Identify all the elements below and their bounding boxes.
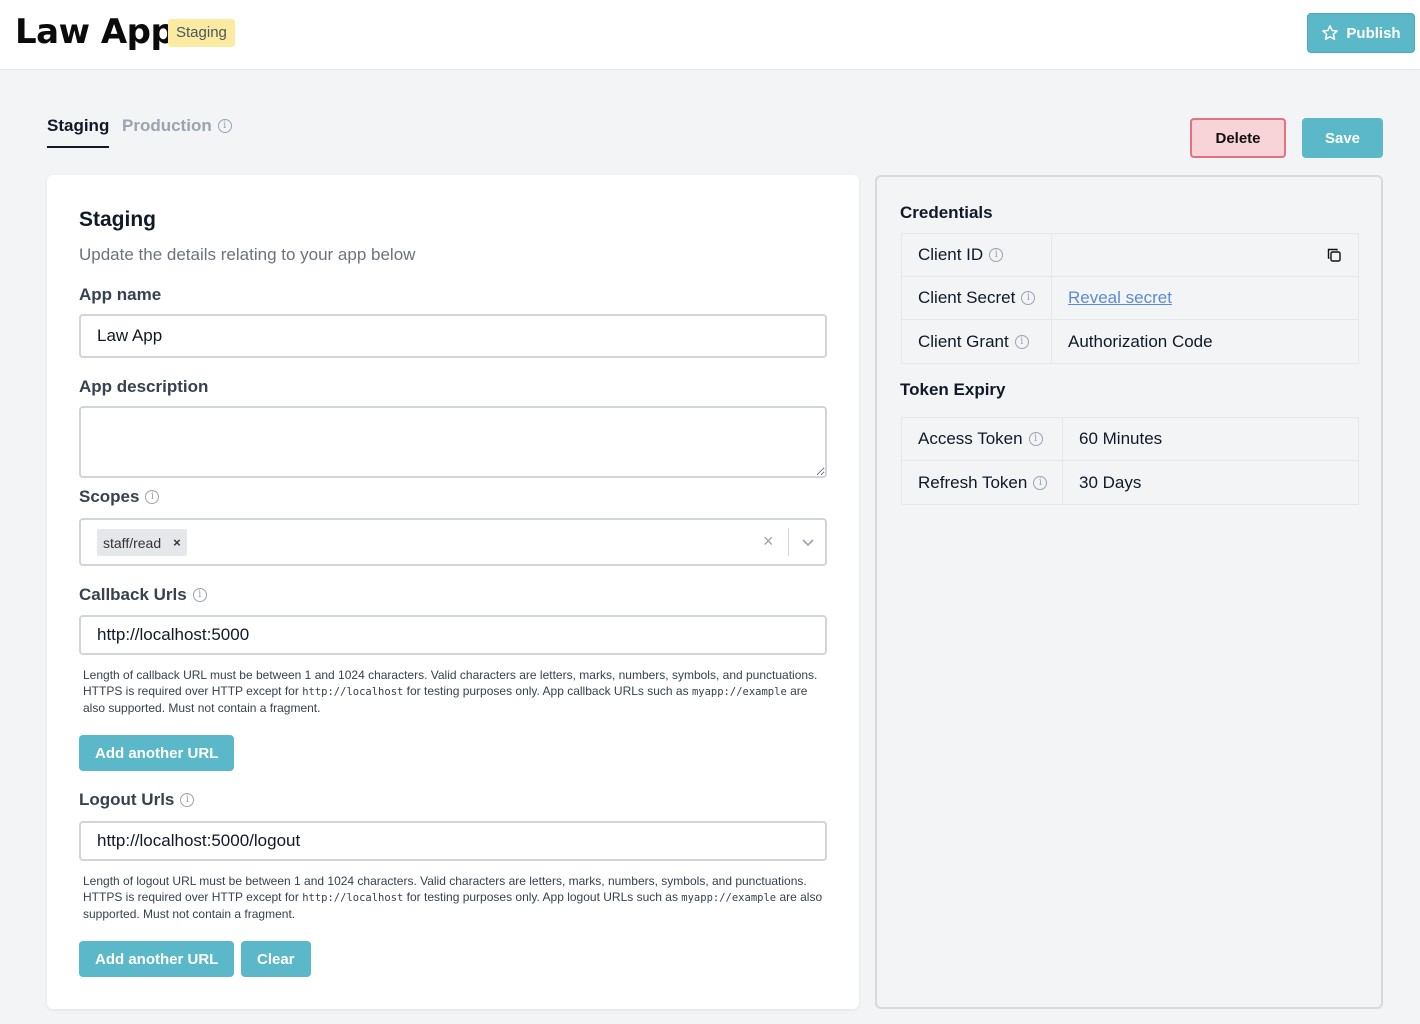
app-description-label: App description bbox=[79, 377, 208, 397]
key-label: Refresh Token bbox=[918, 472, 1028, 492]
key-label: Client Grant bbox=[918, 331, 1009, 351]
client-grant-value: Authorization Code bbox=[1052, 320, 1358, 363]
callback-url-input[interactable] bbox=[79, 615, 827, 655]
scopes-label-text: Scopes bbox=[79, 487, 140, 506]
environment-badge: Staging bbox=[168, 19, 235, 47]
app-name-input[interactable] bbox=[79, 314, 827, 358]
client-id-value bbox=[1052, 234, 1358, 276]
refresh-token-key: Refresh Token i bbox=[902, 461, 1063, 504]
form-subtitle: Update the details relating to your app … bbox=[79, 245, 416, 264]
client-id-row: Client ID i bbox=[902, 234, 1358, 277]
tab-label: Staging bbox=[47, 116, 110, 135]
reveal-secret-link[interactable]: Reveal secret bbox=[1068, 288, 1172, 308]
app-description-textarea[interactable] bbox=[79, 406, 827, 478]
credentials-panel: Credentials Client ID i Client Secret i … bbox=[875, 175, 1383, 1009]
scope-chip: staff/read × bbox=[97, 529, 187, 556]
info-icon: i bbox=[145, 490, 160, 504]
publish-button[interactable]: Publish bbox=[1307, 13, 1415, 53]
refresh-token-value: 30 Days bbox=[1063, 461, 1358, 504]
access-token-row: Access Token i 60 Minutes bbox=[902, 418, 1358, 461]
star-outline-icon bbox=[1322, 25, 1339, 41]
token-expiry-title: Token Expiry bbox=[900, 380, 1006, 399]
value-text: 30 Days bbox=[1079, 472, 1142, 492]
key-label: Client ID bbox=[918, 245, 984, 264]
value-text: 60 Minutes bbox=[1079, 429, 1163, 448]
callback-urls-label-text: Callback Urls bbox=[79, 585, 187, 604]
scopes-multiselect[interactable]: staff/read × × bbox=[79, 518, 827, 566]
app-name-label: App name bbox=[79, 285, 161, 305]
access-token-value: 60 Minutes bbox=[1063, 418, 1358, 460]
access-token-key: Access Token i bbox=[902, 418, 1063, 460]
staging-form-card: Staging Update the details relating to y… bbox=[47, 175, 859, 1009]
key-label: Client Secret bbox=[918, 288, 1016, 307]
clear-button[interactable]: Clear bbox=[241, 941, 311, 977]
help-code: myapp://example bbox=[681, 892, 777, 904]
publish-label: Publish bbox=[1346, 24, 1401, 42]
info-icon: i bbox=[1014, 334, 1029, 349]
tab-production[interactable]: Production i bbox=[122, 116, 232, 136]
clear-selection-icon[interactable]: × bbox=[763, 531, 774, 552]
scopes-label: Scopes i bbox=[79, 487, 160, 507]
value-text: Authorization Code bbox=[1068, 331, 1213, 351]
logout-url-input[interactable] bbox=[79, 821, 827, 861]
tab-label: Production bbox=[122, 116, 212, 135]
token-expiry-table: Access Token i 60 Minutes Refresh Token … bbox=[901, 417, 1359, 505]
help-text: for testing purposes only. App callback … bbox=[403, 684, 692, 698]
help-text: for testing purposes only. App logout UR… bbox=[403, 890, 682, 904]
scope-chip-label: staff/read bbox=[103, 534, 162, 551]
form-title: Staging bbox=[79, 208, 156, 231]
credentials-title: Credentials bbox=[900, 203, 993, 222]
client-grant-key: Client Grant i bbox=[902, 320, 1052, 363]
app-title: Law App bbox=[15, 12, 175, 52]
add-logout-url-button[interactable]: Add another URL bbox=[79, 941, 235, 977]
callback-urls-label: Callback Urls i bbox=[79, 585, 207, 605]
info-icon: i bbox=[1033, 475, 1048, 490]
client-secret-key: Client Secret i bbox=[902, 277, 1052, 319]
info-icon: i bbox=[989, 248, 1004, 262]
info-icon: i bbox=[180, 793, 195, 807]
chevron-down-icon[interactable] bbox=[797, 530, 819, 554]
app-description-label-text: App description bbox=[79, 377, 209, 396]
logout-urls-label-text: Logout Urls bbox=[79, 790, 175, 809]
info-icon: i bbox=[1021, 291, 1036, 305]
app-name-label-text: App name bbox=[79, 285, 162, 304]
info-icon: i bbox=[217, 119, 232, 133]
remove-chip-icon[interactable]: × bbox=[173, 535, 181, 550]
info-icon: i bbox=[1028, 432, 1043, 446]
callback-url-help: Length of callback URL must be between 1… bbox=[83, 667, 823, 716]
tab-staging[interactable]: Staging bbox=[47, 116, 110, 148]
client-grant-row: Client Grant i Authorization Code bbox=[902, 320, 1358, 363]
top-bar: Law App Staging Publish bbox=[0, 0, 1420, 70]
save-button[interactable]: Save bbox=[1302, 118, 1383, 158]
client-id-key: Client ID i bbox=[902, 234, 1052, 276]
select-divider bbox=[788, 528, 789, 556]
logout-url-help: Length of logout URL must be between 1 a… bbox=[83, 873, 823, 922]
credentials-table: Client ID i Client Secret i Reveal secre… bbox=[901, 233, 1359, 364]
client-secret-row: Client Secret i Reveal secret bbox=[902, 277, 1358, 320]
refresh-token-row: Refresh Token i 30 Days bbox=[902, 461, 1358, 504]
help-code: http://localhost bbox=[302, 686, 404, 698]
info-icon: i bbox=[192, 588, 207, 602]
client-secret-value: Reveal secret bbox=[1052, 277, 1358, 319]
logout-urls-label: Logout Urls i bbox=[79, 790, 195, 810]
help-code: myapp://example bbox=[691, 686, 787, 698]
key-label: Access Token bbox=[918, 429, 1023, 448]
delete-button[interactable]: Delete bbox=[1190, 118, 1286, 158]
help-code: http://localhost bbox=[302, 892, 404, 904]
add-callback-url-button[interactable]: Add another URL bbox=[79, 735, 235, 771]
copy-icon[interactable] bbox=[1326, 247, 1342, 263]
